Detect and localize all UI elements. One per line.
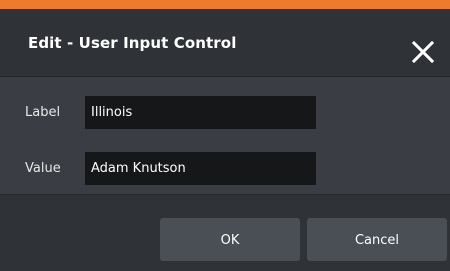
label-field-input[interactable] <box>85 96 316 129</box>
value-field-input[interactable] <box>85 152 316 185</box>
dialog-header: Edit - User Input Control <box>0 9 450 77</box>
label-field-label: Label <box>25 105 61 120</box>
dialog-accent-bar <box>0 0 450 9</box>
dialog-footer: OK Cancel <box>0 194 450 271</box>
value-field-label: Value <box>25 161 61 176</box>
label-field-row: Label <box>0 96 450 130</box>
close-button[interactable] <box>411 40 435 64</box>
close-icon <box>411 40 435 64</box>
dialog-body: Label Value <box>0 77 450 194</box>
ok-button[interactable]: OK <box>160 218 300 261</box>
value-field-row: Value <box>0 152 450 186</box>
cancel-button[interactable]: Cancel <box>307 218 447 261</box>
edit-user-input-control-dialog: Edit - User Input Control Label Value OK… <box>0 0 450 271</box>
dialog-title: Edit - User Input Control <box>28 34 237 52</box>
